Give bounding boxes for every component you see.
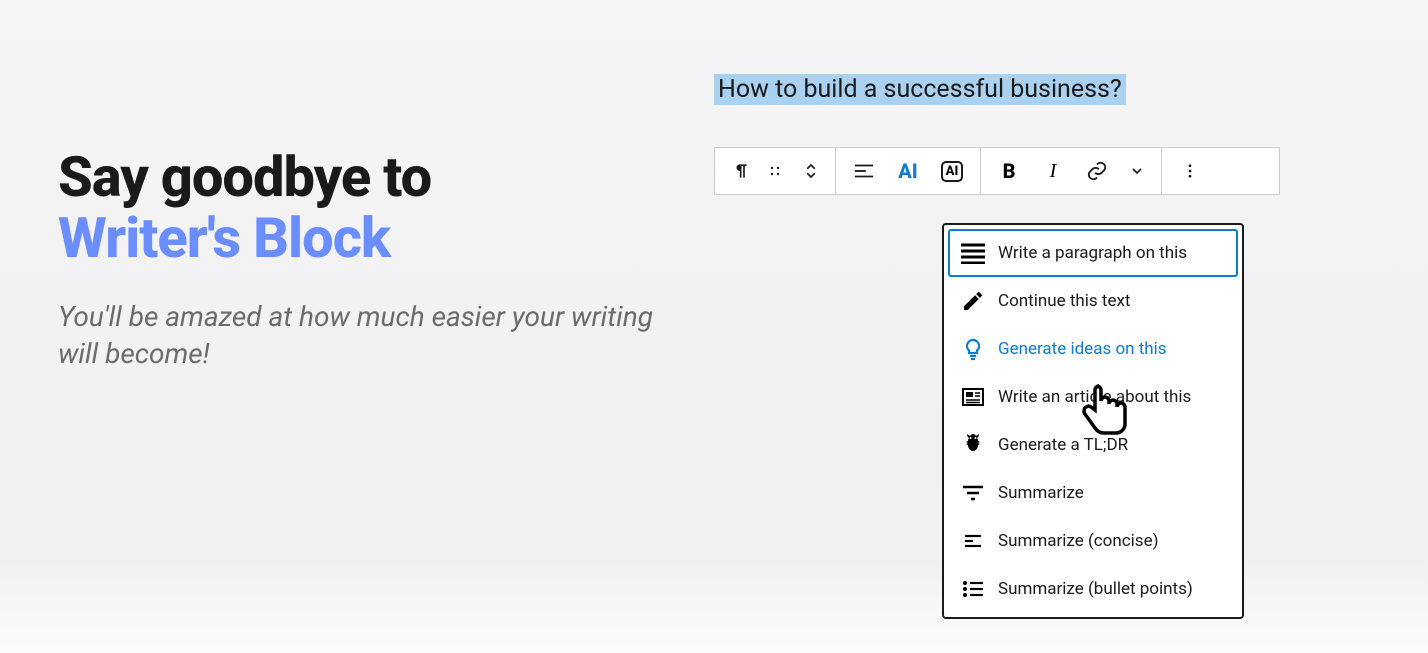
- menu-item-continue[interactable]: Continue this text: [948, 277, 1238, 325]
- menu-item-summarize[interactable]: Summarize: [948, 469, 1238, 517]
- align-button[interactable]: [842, 153, 886, 189]
- menu-item-label: Write a paragraph on this: [998, 243, 1187, 263]
- toolbar-group-ai: AI AI: [836, 148, 981, 194]
- pencil-icon: [960, 288, 986, 314]
- ai-text-icon: AI: [898, 159, 917, 183]
- menu-item-write-article[interactable]: Write an article about this: [948, 373, 1238, 421]
- toolbar-group-format: B I: [981, 148, 1162, 194]
- toolbar-group-block: [715, 148, 836, 194]
- headline-line1: Say goodbye to: [58, 148, 658, 207]
- ai-box-icon: AI: [941, 161, 964, 182]
- menu-item-summarize-concise[interactable]: Summarize (concise): [948, 517, 1238, 565]
- menu-item-label: Continue this text: [998, 291, 1130, 311]
- selected-text[interactable]: How to build a successful business?: [714, 74, 1126, 105]
- menu-item-label: Summarize (concise): [998, 531, 1159, 551]
- lightbulb-icon: [960, 336, 986, 362]
- more-format-button[interactable]: [1119, 153, 1155, 189]
- editor-preview: How to build a successful business? AI A…: [714, 74, 1280, 195]
- ai-text-button[interactable]: AI: [886, 153, 930, 189]
- link-button[interactable]: [1075, 153, 1119, 189]
- italic-icon: I: [1050, 160, 1057, 183]
- newspaper-icon: [960, 384, 986, 410]
- menu-item-tldr[interactable]: Generate a TL;DR: [948, 421, 1238, 469]
- short-lines-icon: [960, 528, 986, 554]
- filter-icon: [960, 480, 986, 506]
- headline-line2: Writer's Block: [58, 209, 658, 268]
- lobster-icon: [960, 432, 986, 458]
- menu-item-label: Generate a TL;DR: [998, 435, 1128, 455]
- toolbar-group-more: [1162, 148, 1218, 194]
- bold-button[interactable]: B: [987, 153, 1031, 189]
- ai-actions-menu: Write a paragraph on this Continue this …: [942, 223, 1244, 619]
- move-button[interactable]: [793, 153, 829, 189]
- marketing-copy: Say goodbye to Writer's Block You'll be …: [58, 148, 658, 373]
- ai-box-button[interactable]: AI: [930, 153, 974, 189]
- bold-icon: B: [1003, 159, 1016, 183]
- kebab-button[interactable]: [1168, 153, 1212, 189]
- chevron-down-icon: [1129, 163, 1145, 179]
- menu-item-label: Summarize: [998, 483, 1084, 503]
- drag-icon: [766, 162, 784, 180]
- pilcrow-icon: [729, 161, 749, 181]
- menu-item-label: Summarize (bullet points): [998, 579, 1193, 599]
- drag-handle-button[interactable]: [757, 153, 793, 189]
- editor-toolbar: AI AI B I: [714, 147, 1280, 195]
- subheadline: You'll be amazed at how much easier your…: [58, 298, 658, 374]
- italic-button[interactable]: I: [1031, 153, 1075, 189]
- align-left-icon: [853, 162, 875, 180]
- link-icon: [1086, 160, 1108, 182]
- menu-item-label: Generate ideas on this: [998, 339, 1167, 359]
- kebab-icon: [1181, 162, 1199, 180]
- menu-item-summarize-bullets[interactable]: Summarize (bullet points): [948, 565, 1238, 613]
- lines-icon: [960, 240, 986, 266]
- menu-item-write-paragraph[interactable]: Write a paragraph on this: [948, 229, 1238, 277]
- paragraph-button[interactable]: [721, 153, 757, 189]
- chevron-up-down-icon: [802, 160, 820, 182]
- menu-item-label: Write an article about this: [998, 387, 1191, 407]
- menu-item-generate-ideas[interactable]: Generate ideas on this: [948, 325, 1238, 373]
- bullet-list-icon: [960, 576, 986, 602]
